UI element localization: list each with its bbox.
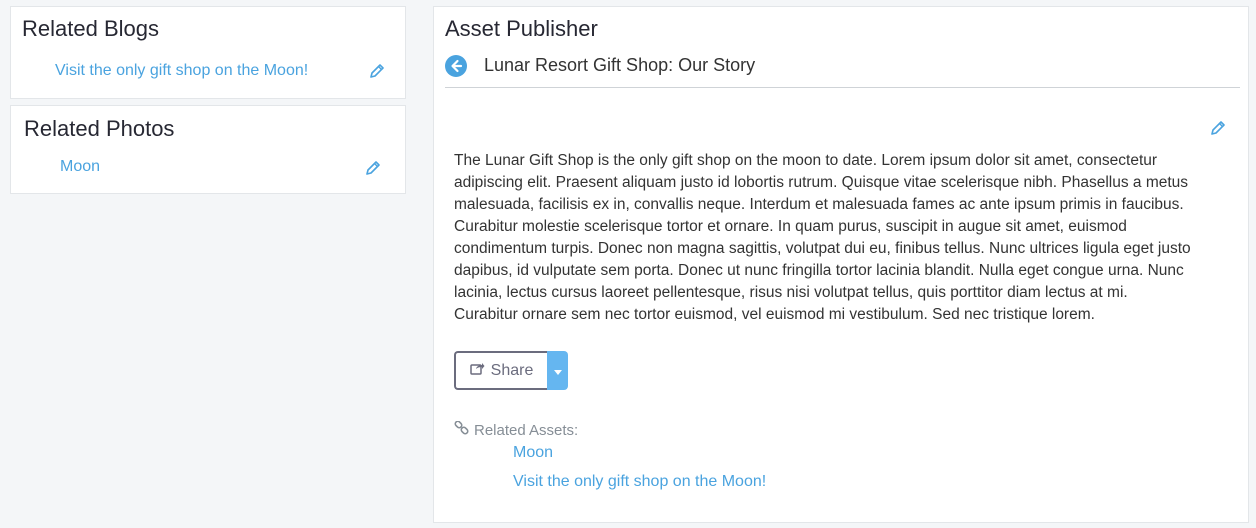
share-label: Share xyxy=(490,361,534,379)
link-icon xyxy=(454,420,469,440)
related-blogs-portlet: Related Blogs Visit the only gift shop o… xyxy=(10,6,406,99)
related-photos-portlet: Related Photos Moon xyxy=(10,105,406,194)
body-line: adipiscing elit. Praesent aliquam justo … xyxy=(454,174,1189,191)
asset-body: The Lunar Gift Shop is the only gift sho… xyxy=(454,150,1244,326)
related-asset-link[interactable]: Visit the only gift shop on the Moon! xyxy=(513,473,766,491)
body-line: dapibus, id vulputate sem porta. Donec u… xyxy=(454,262,1184,279)
body-line: malesuada, facilisis ex in, convallis ne… xyxy=(454,196,1184,213)
related-assets-heading: Related Assets: xyxy=(454,420,579,440)
pencil-icon[interactable] xyxy=(1210,120,1226,136)
header-divider xyxy=(445,87,1240,88)
related-blog-link[interactable]: Visit the only gift shop on the Moon! xyxy=(55,62,308,80)
arrow-left-circle-icon[interactable] xyxy=(445,55,467,77)
asset-publisher-portlet: Asset Publisher Lunar Resort Gift Shop: … xyxy=(433,6,1249,523)
body-line: lacinia, lectus cursus laoreet pellentes… xyxy=(454,284,1128,301)
share-dropdown-toggle[interactable] xyxy=(547,351,568,390)
related-assets-label: Related Assets: xyxy=(474,422,579,439)
body-line: condimentum turpis. Donec non magna sagi… xyxy=(454,240,1191,257)
related-photos-title: Related Photos xyxy=(24,116,175,141)
asset-publisher-title: Asset Publisher xyxy=(445,16,598,41)
asset-title: Lunar Resort Gift Shop: Our Story xyxy=(484,55,756,75)
caret-down-icon xyxy=(553,362,562,380)
share-button[interactable]: Share xyxy=(454,351,547,390)
body-line: Curabitur molestie scelerisque tortor et… xyxy=(454,218,1127,235)
related-asset-link[interactable]: Moon xyxy=(513,444,553,462)
share-button-group: Share xyxy=(454,351,568,390)
pencil-icon[interactable] xyxy=(365,160,381,176)
body-line: The Lunar Gift Shop is the only gift sho… xyxy=(454,152,1158,169)
related-blogs-title: Related Blogs xyxy=(22,16,159,41)
pencil-icon[interactable] xyxy=(369,63,385,79)
body-line: Curabitur ornare sem nec tortor euismod,… xyxy=(454,306,1095,323)
related-photo-link[interactable]: Moon xyxy=(60,158,100,176)
share-icon xyxy=(469,361,485,380)
